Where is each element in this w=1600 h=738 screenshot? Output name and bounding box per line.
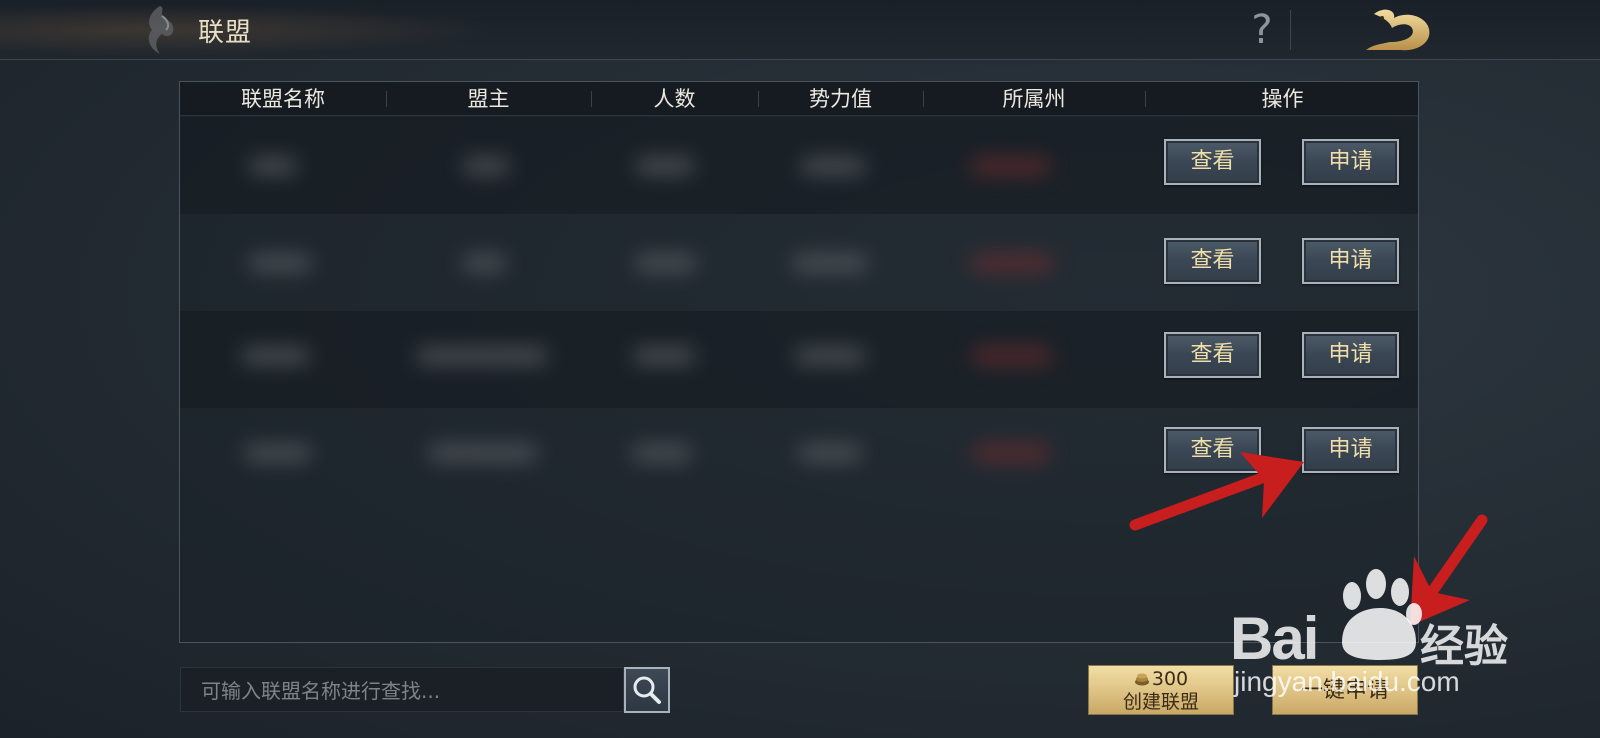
view-button[interactable]: 查看	[1164, 238, 1261, 284]
coin-icon	[1134, 673, 1149, 686]
table-row: 查看 申请	[180, 311, 1418, 408]
blurred-leader	[462, 157, 510, 175]
column-header-name: 联盟名称	[241, 87, 325, 111]
blurred-alliance-name	[244, 444, 312, 462]
table-header: 联盟名称 盟主 人数 势力值 所属州 操作	[180, 82, 1418, 116]
blurred-power	[794, 347, 866, 365]
blurred-members	[635, 254, 697, 272]
watermark-brand: Bai	[1230, 605, 1319, 672]
header-divider	[1290, 10, 1291, 50]
blurred-alliance-name	[240, 347, 310, 365]
blurred-state	[972, 347, 1052, 365]
create-cost: 300	[1089, 667, 1233, 691]
blurred-state	[972, 444, 1050, 462]
view-button[interactable]: 查看	[1164, 427, 1261, 473]
create-cost-value: 300	[1151, 668, 1189, 690]
search-button[interactable]	[624, 667, 670, 713]
page-title: 联盟	[198, 18, 253, 48]
table-row: 查看 申请	[180, 408, 1418, 505]
watermark-url: jingyan.baidu.com	[1234, 666, 1460, 697]
view-button[interactable]: 查看	[1164, 139, 1261, 185]
watermark-brand-cn: 经验	[1420, 622, 1508, 671]
emblem-icon	[148, 6, 174, 54]
blurred-power	[792, 254, 868, 272]
view-button[interactable]: 查看	[1164, 332, 1261, 378]
blurred-leader	[428, 444, 538, 462]
blurred-members	[632, 347, 696, 365]
blurred-members	[632, 444, 692, 462]
create-alliance-button[interactable]: 300 创建联盟	[1088, 665, 1234, 715]
apply-button[interactable]: 申请	[1302, 238, 1399, 284]
create-alliance-label: 创建联盟	[1122, 691, 1199, 713]
column-header-power: 势力值	[809, 87, 872, 111]
blurred-power	[798, 444, 862, 462]
blurred-members	[635, 157, 695, 175]
help-icon[interactable]: ?	[1242, 6, 1282, 54]
column-header-leader: 盟主	[467, 87, 510, 111]
apply-button[interactable]: 申请	[1302, 332, 1399, 378]
blurred-state	[970, 254, 1054, 272]
table-row: 查看 申请	[180, 117, 1418, 214]
table-row: 查看 申请	[180, 214, 1418, 311]
column-header-members: 人数	[653, 87, 696, 111]
blurred-leader	[462, 254, 506, 272]
blurred-alliance-name	[248, 157, 298, 175]
apply-button[interactable]: 申请	[1302, 139, 1399, 185]
alliance-table: 联盟名称 盟主 人数 势力值 所属州 操作 查看 申请 查看 申请 查看 申请 …	[179, 81, 1419, 643]
blurred-state	[970, 157, 1050, 175]
blurred-alliance-name	[248, 254, 312, 272]
search-input[interactable]	[181, 668, 625, 713]
blurred-leader	[416, 347, 548, 365]
column-header-actions: 操作	[1261, 87, 1304, 111]
back-icon[interactable]	[1360, 4, 1436, 56]
top-bar: 联盟 ?	[0, 0, 1600, 60]
apply-button[interactable]: 申请	[1302, 427, 1399, 473]
blurred-power	[800, 157, 866, 175]
column-header-state: 所属州	[1002, 87, 1066, 111]
header-art	[0, 0, 560, 60]
search-box	[180, 667, 625, 713]
search-icon	[633, 676, 661, 704]
